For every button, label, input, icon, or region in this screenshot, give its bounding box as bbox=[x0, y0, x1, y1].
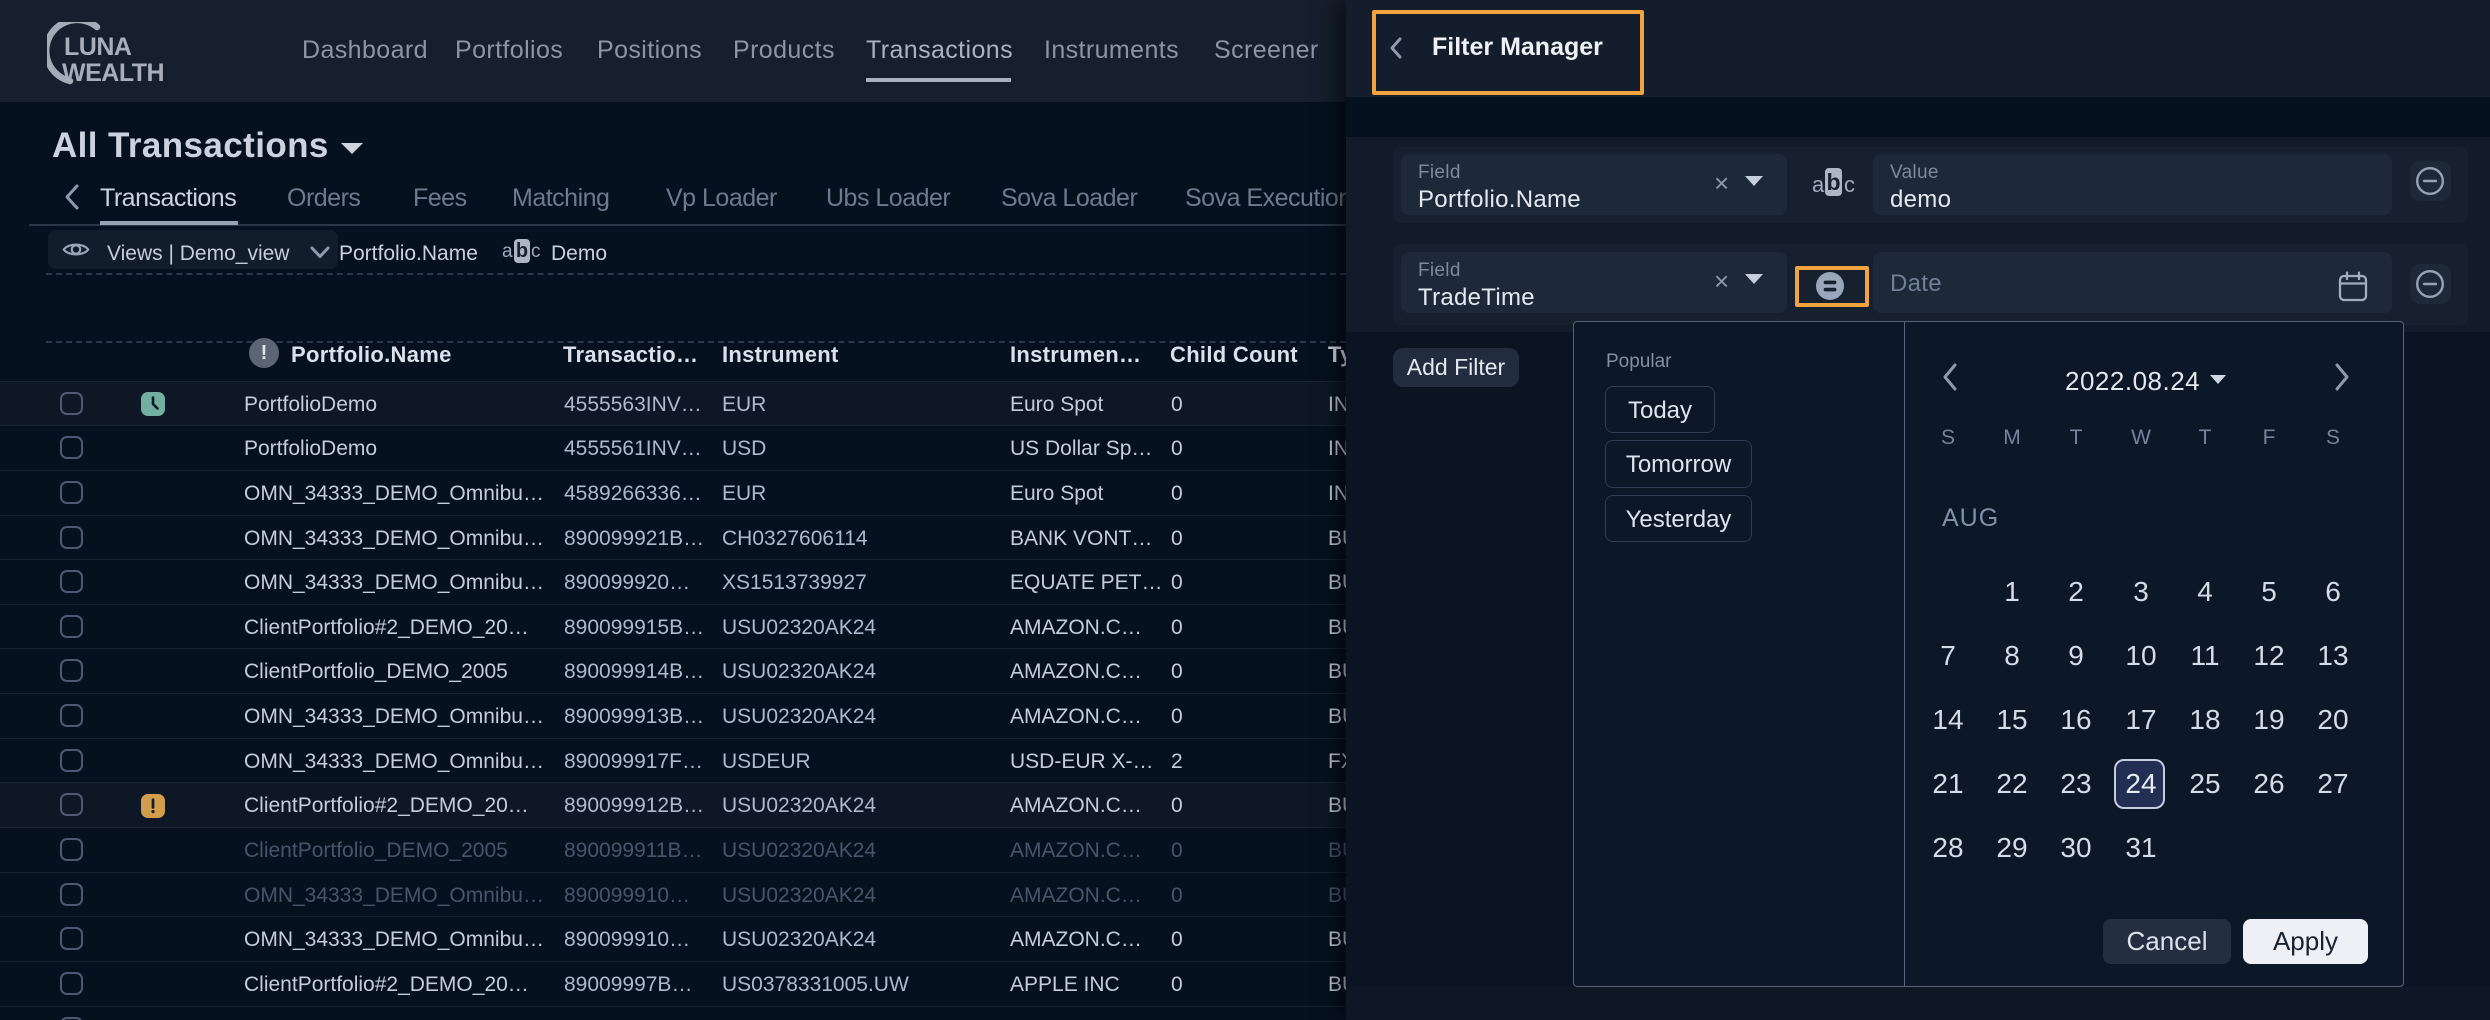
svg-text:WEALTH: WEALTH bbox=[62, 59, 164, 87]
svg-text:LUNA: LUNA bbox=[64, 33, 132, 61]
